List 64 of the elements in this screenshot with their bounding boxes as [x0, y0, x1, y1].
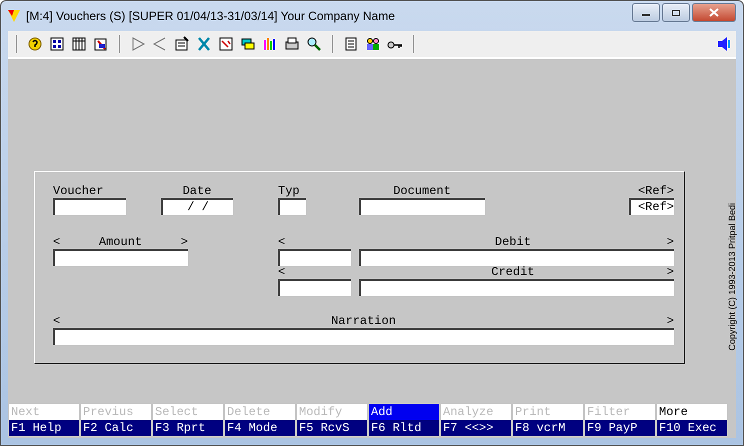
input-field[interactable]: / / — [161, 198, 233, 215]
function-key-button[interactable]: F9 PayP — [585, 420, 655, 436]
function-key-button[interactable]: F7 <<>> — [441, 420, 511, 436]
action-button[interactable]: More — [657, 404, 727, 420]
input-field[interactable] — [53, 198, 126, 215]
field-label: <Ref> — [638, 184, 674, 198]
field-label: Document — [393, 184, 451, 198]
notepad-icon[interactable] — [343, 36, 359, 52]
field-label: Typ — [278, 184, 300, 198]
help-icon[interactable] — [27, 36, 43, 52]
left-arrow: < — [278, 265, 286, 279]
scissors-icon[interactable] — [196, 36, 212, 52]
function-key-button[interactable]: F8 vcrM — [513, 420, 583, 436]
input-field[interactable] — [278, 249, 351, 266]
input-field[interactable] — [278, 279, 351, 296]
play-icon[interactable] — [130, 36, 146, 52]
left-arrow: < — [278, 235, 286, 249]
people-icon[interactable] — [365, 36, 381, 52]
input-field[interactable] — [359, 279, 674, 296]
window-title: [M:4] Vouchers (S) [SUPER 01/04/13-31/03/14] Your Company Name — [26, 9, 396, 23]
action-button[interactable]: Add — [369, 404, 439, 420]
field-label: Amount — [98, 235, 142, 249]
speaker-icon[interactable] — [716, 36, 732, 52]
field-label: Date — [182, 184, 212, 198]
right-arrow: > — [666, 314, 674, 328]
document-icon[interactable] — [93, 36, 109, 52]
app-logo-icon — [8, 10, 20, 22]
input-field[interactable] — [53, 249, 188, 266]
left-arrow: < — [53, 314, 60, 328]
field-label: Credit — [491, 265, 534, 279]
function-key-button[interactable]: F10 Exec — [657, 420, 727, 436]
input-field[interactable] — [359, 249, 674, 266]
minimize-button[interactable] — [632, 3, 660, 22]
close-icon — [709, 8, 719, 17]
input-field[interactable] — [53, 328, 674, 345]
function-key-button[interactable]: F6 Rltd — [369, 420, 439, 436]
maximize-button[interactable] — [662, 3, 690, 22]
close-button[interactable] — [692, 3, 736, 22]
function-key-button[interactable]: F1 Help — [9, 420, 79, 436]
field-label: Voucher — [53, 184, 104, 198]
page-icon[interactable] — [218, 36, 234, 52]
field-label: Debit — [494, 235, 531, 249]
field-label: Narration — [331, 314, 396, 328]
function-key-button[interactable]: F4 Mode — [225, 420, 295, 436]
function-key-button[interactable]: F5 RcvS — [297, 420, 367, 436]
left-arrow: < — [53, 235, 60, 249]
back-icon[interactable] — [152, 36, 168, 52]
function-key-button[interactable]: F3 Rprt — [153, 420, 223, 436]
form-icon[interactable] — [174, 36, 190, 52]
function-key-button[interactable]: F2 Calc — [81, 420, 151, 436]
input-field[interactable] — [359, 198, 485, 215]
input-field[interactable]: <Ref> — [629, 198, 674, 215]
input-field[interactable] — [278, 198, 306, 215]
bar-chart-icon[interactable] — [262, 36, 278, 52]
maximize-icon — [671, 8, 681, 16]
calculator-icon[interactable] — [49, 36, 65, 52]
copyright-text: Copyright (C) 1993-2013 Pritpal Bedi — [727, 202, 737, 350]
right-arrow: > — [666, 235, 674, 249]
search-icon[interactable] — [306, 36, 322, 52]
printer-icon[interactable] — [284, 36, 300, 52]
stack-icon[interactable] — [240, 36, 256, 52]
right-arrow: > — [180, 235, 188, 249]
grid-icon[interactable] — [71, 36, 87, 52]
right-arrow: > — [666, 265, 674, 279]
